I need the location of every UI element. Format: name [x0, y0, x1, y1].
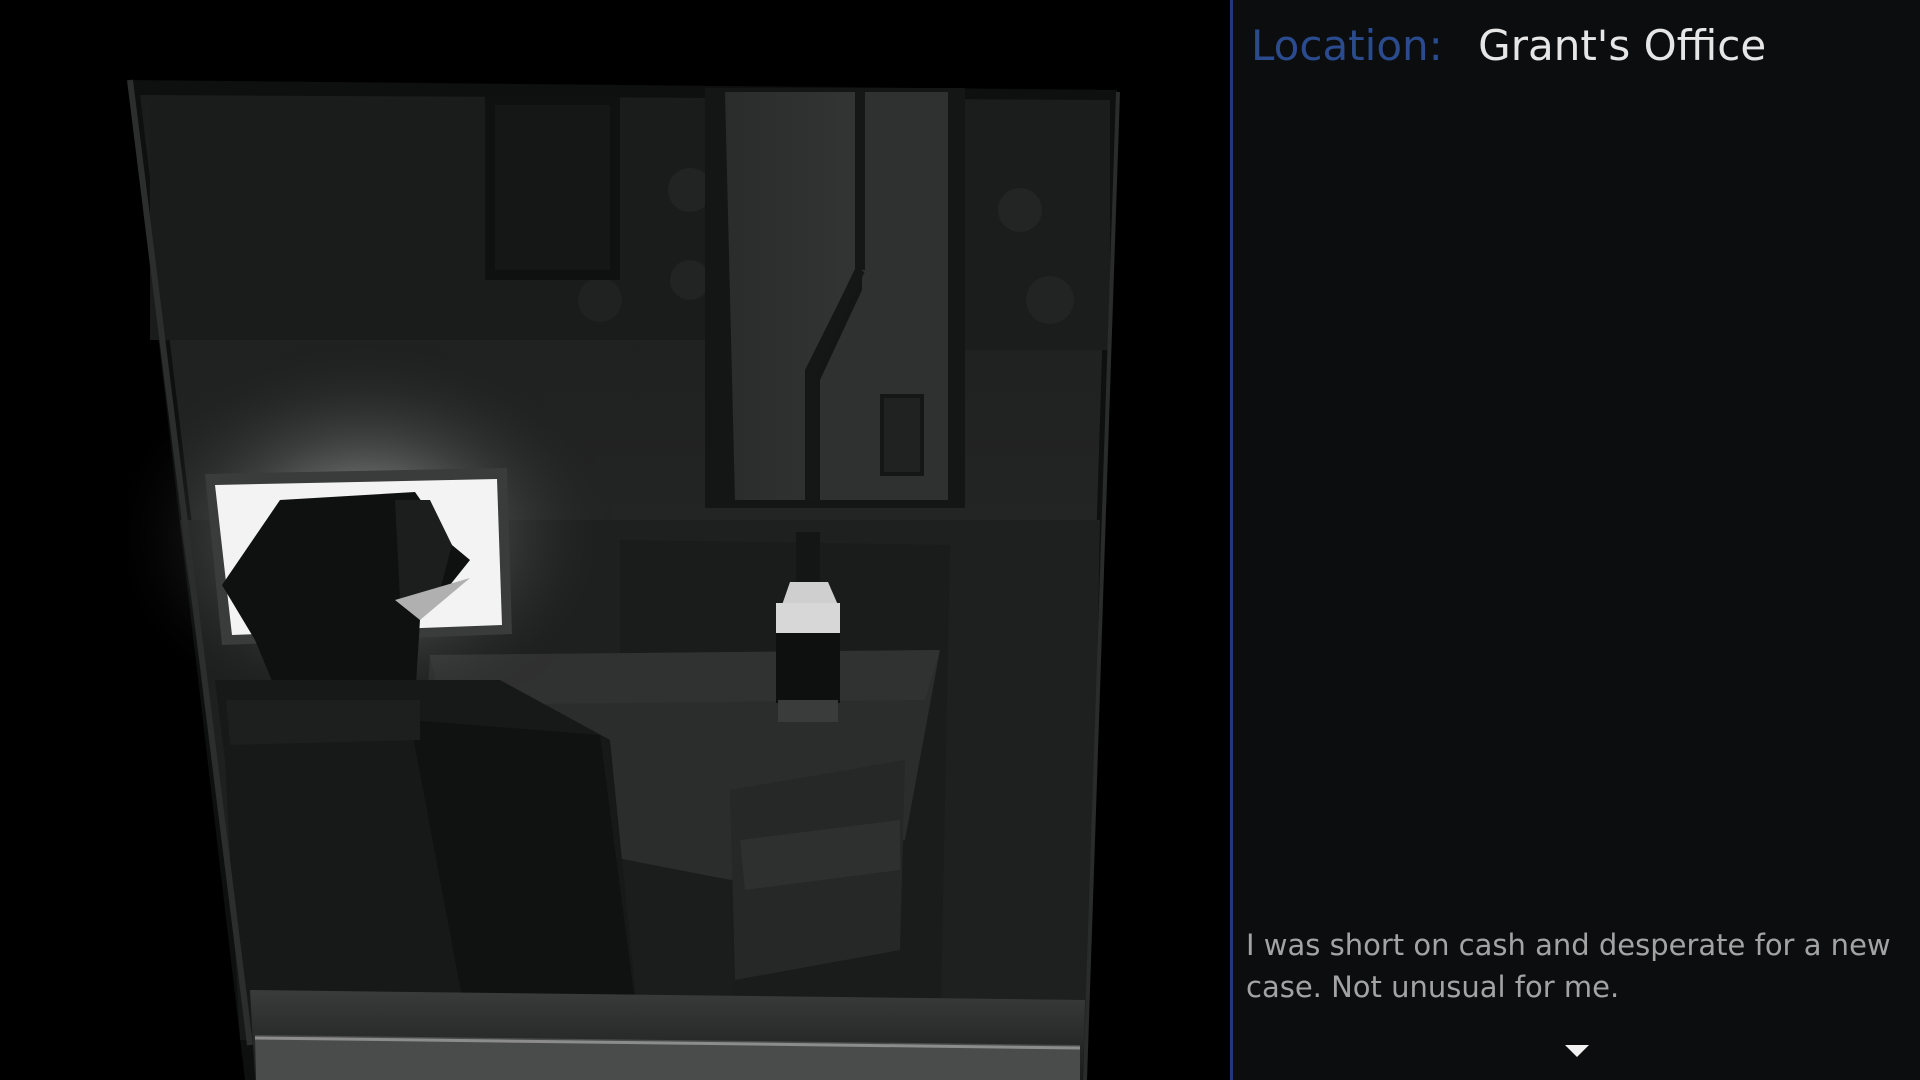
- wardrobe: [705, 88, 965, 508]
- narration-text: I was short on cash and desperate for a …: [1246, 928, 1891, 1004]
- back-wall: [150, 100, 1110, 350]
- wall-picture: [485, 95, 620, 280]
- office-scene: [0, 0, 1230, 1080]
- location-header: Location: Grant's Office: [1251, 18, 1766, 74]
- location-label: Location:: [1251, 21, 1443, 70]
- window-sill: [250, 990, 1085, 1080]
- scene-viewport: [0, 0, 1230, 1080]
- game-screen: Location: Grant's Office I was short on …: [0, 0, 1920, 1080]
- location-name: Grant's Office: [1478, 21, 1767, 70]
- chevron-down-icon[interactable]: [1565, 1045, 1589, 1057]
- dialogue-panel: Location: Grant's Office I was short on …: [1233, 0, 1920, 1080]
